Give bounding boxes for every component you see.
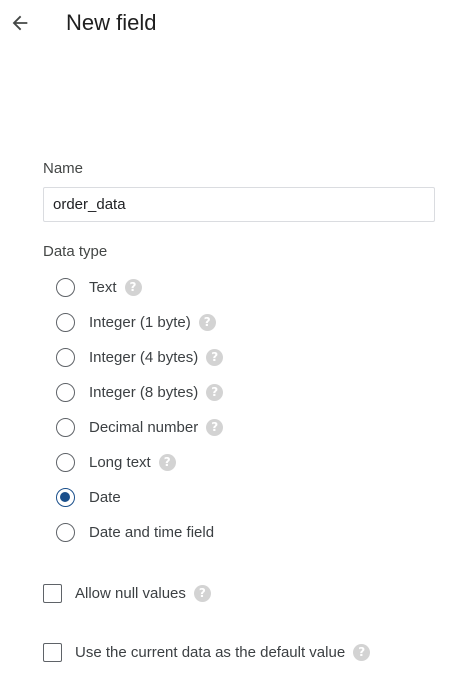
help-icon[interactable]: ?: [124, 279, 142, 296]
radio-button[interactable]: [56, 278, 75, 297]
header: New field: [0, 0, 459, 46]
help-icon[interactable]: ?: [206, 349, 224, 366]
new-field-page: New field Name Data type Text ? Integer …: [0, 0, 459, 680]
radio-button[interactable]: [56, 313, 75, 332]
use-current-default-checkbox[interactable]: [43, 642, 62, 662]
radio-button[interactable]: [56, 418, 75, 437]
help-icon[interactable]: ?: [206, 419, 224, 436]
radio-option-date[interactable]: Date: [55, 480, 435, 515]
help-icon[interactable]: ?: [206, 384, 224, 401]
radio-option-date-and-time[interactable]: Date and time field: [55, 515, 435, 550]
radio-label: Integer (8 bytes): [89, 384, 199, 401]
radio-option-decimal-number[interactable]: Decimal number ?: [55, 410, 435, 445]
use-current-default-label: Use the current data as the default valu…: [75, 643, 346, 661]
arrow-left-icon: [12, 15, 28, 31]
back-button[interactable]: [6, 9, 34, 37]
radio-label: Decimal number: [89, 419, 199, 436]
page-title: New field: [66, 10, 157, 35]
help-icon[interactable]: ?: [193, 584, 211, 602]
radio-option-long-text[interactable]: Long text ?: [55, 445, 435, 480]
radio-label: Text: [89, 279, 117, 296]
radio-option-integer-4-bytes[interactable]: Integer (4 bytes) ?: [55, 340, 435, 375]
radio-button[interactable]: [56, 348, 75, 367]
radio-button-selected[interactable]: [56, 488, 75, 507]
radio-label: Long text: [89, 454, 151, 471]
radio-label: Date and time field: [89, 524, 215, 541]
radio-label: Date: [89, 489, 121, 506]
radio-option-text[interactable]: Text ?: [55, 270, 435, 305]
name-label: Name: [43, 160, 84, 177]
allow-null-label: Allow null values: [75, 584, 186, 602]
radio-option-integer-1-byte[interactable]: Integer (1 byte) ?: [55, 305, 435, 340]
radio-label: Integer (4 bytes): [89, 349, 199, 366]
allow-null-checkbox[interactable]: [43, 583, 62, 603]
use-current-default-checkbox-row[interactable]: Use the current data as the default valu…: [43, 639, 443, 665]
data-type-label: Data type: [43, 243, 108, 260]
name-input[interactable]: [43, 187, 435, 222]
radio-button[interactable]: [56, 453, 75, 472]
allow-null-checkbox-row[interactable]: Allow null values ?: [43, 580, 443, 606]
radio-option-integer-8-bytes[interactable]: Integer (8 bytes) ?: [55, 375, 435, 410]
help-icon[interactable]: ?: [158, 454, 176, 471]
radio-button[interactable]: [56, 383, 75, 402]
help-icon[interactable]: ?: [353, 643, 371, 661]
radio-button[interactable]: [56, 523, 75, 542]
radio-label: Integer (1 byte): [89, 314, 191, 331]
help-icon[interactable]: ?: [198, 314, 216, 331]
